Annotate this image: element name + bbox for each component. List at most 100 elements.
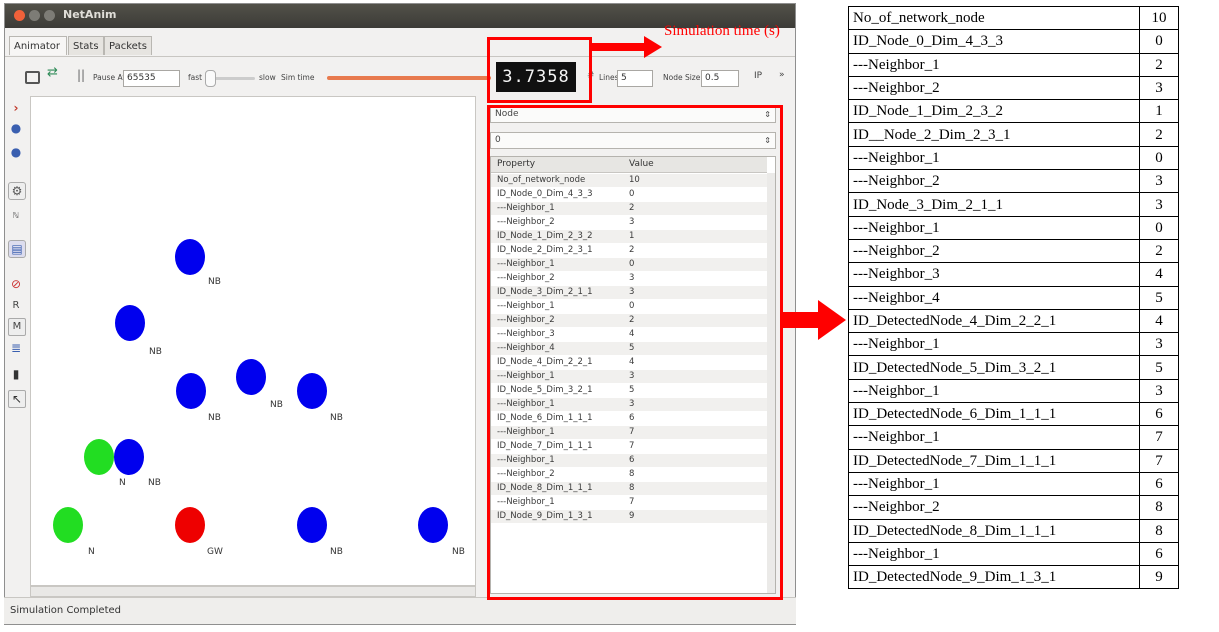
table-value-cell: 7 <box>1139 425 1179 450</box>
table-row: ---Neighbor_1 2 <box>848 52 1179 77</box>
table-value-cell: 4 <box>1139 308 1179 334</box>
pause-icon[interactable]: || <box>77 68 85 82</box>
table-row: ID_DetectedNode_4_Dim_2_2_1 4 <box>848 308 1179 334</box>
node-circle[interactable] <box>175 507 205 543</box>
table-row: ---Neighbor_1 0 <box>848 145 1179 171</box>
table-key-cell: ---Neighbor_4 <box>848 285 1140 310</box>
tab-animator[interactable]: Animator <box>9 36 67 55</box>
table-row: ID__Node_2_Dim_2_3_1 2 <box>848 122 1179 147</box>
zoom-out-icon[interactable]: ● <box>8 144 24 160</box>
tab-stats[interactable]: Stats <box>68 36 104 55</box>
node-circle[interactable] <box>175 239 205 275</box>
sim-time-label: Sim time <box>281 73 315 82</box>
table-row: ID_DetectedNode_5_Dim_3_2_1 5 <box>848 355 1179 380</box>
node-size-select[interactable]: 0.5 <box>701 70 739 87</box>
table-key-cell: ---Neighbor_3 <box>848 262 1140 287</box>
mobility-letter-button[interactable]: M <box>8 318 26 336</box>
node-circle[interactable] <box>297 373 327 409</box>
node-circle[interactable] <box>297 507 327 543</box>
table-value-cell: 3 <box>1139 332 1179 357</box>
grid-icon[interactable]: ⚙ <box>8 182 26 200</box>
table-value-cell: 5 <box>1139 355 1179 380</box>
table-row: ---Neighbor_1 6 <box>848 471 1179 497</box>
table-value-cell: 7 <box>1139 448 1179 473</box>
node-circle[interactable] <box>115 305 145 341</box>
table-row: ID_Node_3_Dim_2_1_1 3 <box>848 192 1179 217</box>
node-circle[interactable] <box>114 439 144 475</box>
table-key-cell: ID_DetectedNode_8_Dim_1_1_1 <box>848 518 1140 543</box>
table-row: ---Neighbor_2 2 <box>848 238 1179 264</box>
table-key-cell: ---Neighbor_1 <box>848 541 1140 567</box>
node-size-value: 0.5 <box>705 73 720 83</box>
table-value-cell: 3 <box>1139 378 1179 404</box>
table-row: ID_DetectedNode_7_Dim_1_1_1 7 <box>848 448 1179 473</box>
table-value-cell: 4 <box>1139 262 1179 287</box>
table-row: ---Neighbor_1 3 <box>848 378 1179 404</box>
sim-time-slider[interactable] <box>327 76 491 80</box>
node-circle[interactable] <box>176 373 206 409</box>
animator-toolbar: ⇄ || Pause At 65535 fast slow Sim time #… <box>5 56 795 97</box>
canvas-horizontal-scrollbar[interactable] <box>30 586 476 597</box>
node-label-icon[interactable]: ℕ <box>8 208 24 224</box>
table-key-cell: ---Neighbor_2 <box>848 495 1140 520</box>
table-value-cell: 6 <box>1139 541 1179 567</box>
table-value-cell: 8 <box>1139 518 1179 543</box>
table-row: ---Neighbor_2 3 <box>848 169 1179 194</box>
node-circle[interactable] <box>53 507 83 543</box>
table-value-cell: 0 <box>1139 215 1179 240</box>
node-circle[interactable] <box>84 439 114 475</box>
stop-icon[interactable] <box>25 71 40 84</box>
table-value-cell: 3 <box>1139 192 1179 217</box>
table-value-cell: 10 <box>1139 5 1179 31</box>
node-label: NB <box>330 547 343 557</box>
minimize-icon[interactable] <box>29 10 40 21</box>
lines-spinbox[interactable]: 5 <box>617 70 653 87</box>
ip-toggle[interactable]: IP <box>754 71 762 81</box>
table-key-cell: ID_Node_3_Dim_2_1_1 <box>848 192 1140 217</box>
tab-packets[interactable]: Packets <box>104 36 152 55</box>
table-key-cell: ID_DetectedNode_7_Dim_1_1_1 <box>848 448 1140 473</box>
list-icon[interactable]: ≣ <box>8 340 24 356</box>
table-row: ---Neighbor_2 8 <box>848 495 1179 520</box>
table-key-cell: ID_DetectedNode_6_Dim_1_1_1 <box>848 402 1140 427</box>
cursor-icon[interactable]: ↖ <box>8 390 26 408</box>
neighbor-table: No_of_network_node 10 ID_Node_0_Dim_4_3_3 0… <box>848 5 1179 590</box>
table-row: ---Neighbor_3 4 <box>848 262 1179 287</box>
play-icon[interactable]: › <box>8 100 24 116</box>
lines-label: Lines <box>599 73 619 82</box>
panel-arrow-icon <box>782 300 846 340</box>
zoom-in-icon[interactable]: ● <box>8 120 24 136</box>
table-row: ---Neighbor_1 0 <box>848 215 1179 240</box>
table-value-cell: 1 <box>1139 99 1179 124</box>
table-key-cell: ---Neighbor_2 <box>848 238 1140 264</box>
table-row: ---Neighbor_1 7 <box>848 425 1179 450</box>
window-title: NetAnim <box>63 8 117 21</box>
node-label: N <box>88 547 95 557</box>
pause-at-input[interactable]: 65535 <box>123 70 180 87</box>
toolbar-overflow-button[interactable]: » <box>779 70 785 80</box>
close-icon[interactable] <box>14 10 25 21</box>
table-value-cell: 5 <box>1139 285 1179 310</box>
table-row: No_of_network_node 10 <box>848 5 1179 31</box>
table-key-cell: ---Neighbor_1 <box>848 471 1140 497</box>
property-panel-highlight <box>487 105 783 600</box>
table-row: ---Neighbor_4 5 <box>848 285 1179 310</box>
maximize-icon[interactable] <box>44 10 55 21</box>
node-label: NB <box>452 547 465 557</box>
reload-icon[interactable]: ⇄ <box>47 65 58 80</box>
battery-icon[interactable]: ▮ <box>8 366 24 382</box>
no-entry-icon[interactable]: ⊘ <box>8 276 24 292</box>
table-key-cell: ID_DetectedNode_9_Dim_1_3_1 <box>848 565 1140 590</box>
reset-letter-button[interactable]: R <box>8 298 24 314</box>
table-row: ID_Node_0_Dim_4_3_3 0 <box>848 29 1179 54</box>
table-value-cell: 6 <box>1139 471 1179 497</box>
packet-icon[interactable]: ▤ <box>8 240 26 258</box>
pause-at-label: Pause At <box>93 73 126 82</box>
node-circle[interactable] <box>418 507 448 543</box>
node-label: NB <box>208 413 221 423</box>
animation-canvas[interactable]: NB NB NB NB NB N NB N GW NB NB <box>30 96 476 586</box>
table-key-cell: ID_Node_0_Dim_4_3_3 <box>848 29 1140 54</box>
speed-slider-handle[interactable] <box>205 70 216 87</box>
node-label: GW <box>207 547 223 557</box>
node-circle[interactable] <box>236 359 266 395</box>
